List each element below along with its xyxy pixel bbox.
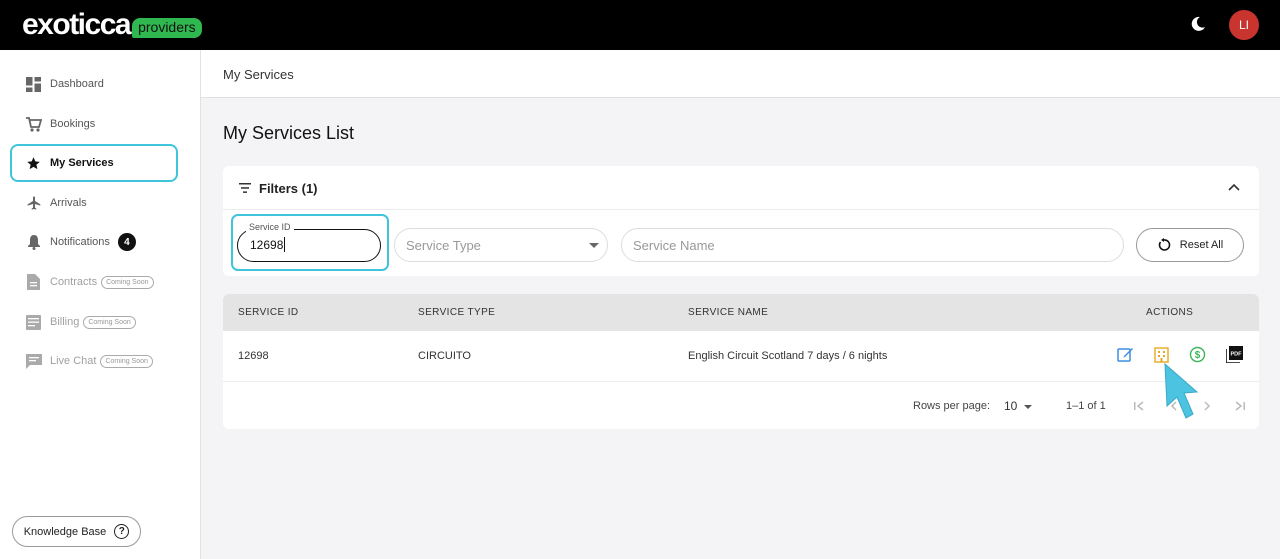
first-page-icon[interactable] <box>1132 399 1146 413</box>
cell-service-name: English Circuit Scotland 7 days / 6 nigh… <box>688 350 888 362</box>
filters-panel: Filters (1) Service ID 12698 Service Typ… <box>223 166 1259 276</box>
service-id-value[interactable]: 12698 <box>250 238 283 252</box>
service-type-placeholder: Service Type <box>406 238 481 253</box>
sidebar-item-label: Notifications <box>50 236 110 248</box>
pointer-cursor-icon <box>1164 362 1199 419</box>
pagination-range: 1–1 of 1 <box>1066 400 1106 412</box>
hotel-icon[interactable] <box>1153 346 1170 363</box>
filters-header[interactable]: Filters (1) <box>223 166 1259 210</box>
sidebar: Dashboard Bookings My Services Arrivals … <box>0 50 201 559</box>
coming-soon-tag: Coming Soon <box>83 315 136 329</box>
dropdown-arrow-icon <box>1024 405 1032 409</box>
sidebar-item-live-chat: Live Chat Coming Soon <box>10 342 178 380</box>
sidebar-item-bookings[interactable]: Bookings <box>10 105 178 143</box>
services-table: SERVICE ID SERVICE TYPE SERVICE NAME ACT… <box>223 294 1259 429</box>
exoticca-logo[interactable]: exoticca providers <box>22 8 202 42</box>
reset-all-button[interactable]: Reset All <box>1136 228 1244 262</box>
knowledge-base-label: Knowledge Base <box>23 525 107 538</box>
svg-text:$: $ <box>1195 350 1201 361</box>
svg-text:PDF: PDF <box>1231 352 1243 358</box>
page-title: My Services List <box>223 123 355 143</box>
notification-count-badge: 4 <box>117 233 136 251</box>
last-page-icon[interactable] <box>1233 399 1247 413</box>
breadcrumb: My Services <box>223 67 294 82</box>
knowledge-base-button[interactable]: Knowledge Base ? <box>12 516 141 547</box>
next-page-icon[interactable] <box>1200 399 1214 413</box>
chat-icon <box>25 353 42 370</box>
rows-per-page-select[interactable]: 10 <box>1004 399 1017 413</box>
table-pagination: Rows per page: 10 1–1 of 1 <box>223 382 1259 429</box>
pdf-icon[interactable]: PDF <box>1226 346 1243 363</box>
filters-title: Filters (1) <box>259 181 318 196</box>
sidebar-item-label: Billing <box>50 316 80 328</box>
sidebar-item-label: Bookings <box>50 118 96 130</box>
sidebar-item-label: My Services <box>50 157 114 169</box>
service-name-input[interactable] <box>633 236 1113 254</box>
sidebar-item-notifications[interactable]: Notifications 4 <box>10 223 178 261</box>
sidebar-item-arrivals[interactable]: Arrivals <box>10 184 178 222</box>
card-icon <box>25 314 42 331</box>
moon-icon[interactable] <box>1189 15 1207 33</box>
rows-per-page-label: Rows per page: <box>913 400 991 412</box>
service-id-label: Service ID <box>246 222 294 232</box>
logo-wordmark: exoticca <box>22 8 132 41</box>
top-bar: exoticca providers LI <box>0 0 1280 50</box>
sidebar-item-my-services[interactable]: My Services <box>10 144 178 182</box>
cell-service-id: 12698 <box>238 350 269 362</box>
reset-all-label: Reset All <box>1179 239 1224 251</box>
document-icon <box>25 274 42 291</box>
help-icon: ? <box>114 524 130 539</box>
column-header-service-id[interactable]: SERVICE ID <box>238 307 299 318</box>
text-caret <box>284 237 285 252</box>
sidebar-item-dashboard[interactable]: Dashboard <box>10 65 178 103</box>
filter-icon <box>239 183 251 193</box>
sidebar-item-label: Live Chat <box>50 355 97 367</box>
sidebar-item-label: Dashboard <box>50 78 104 90</box>
logo-providers-badge: providers <box>132 18 202 38</box>
column-header-actions: ACTIONS <box>1146 307 1194 318</box>
sidebar-item-contracts: Contracts Coming Soon <box>10 263 178 301</box>
reset-icon <box>1158 238 1171 251</box>
dashboard-icon <box>25 76 42 93</box>
cart-icon <box>25 116 42 133</box>
column-header-service-name[interactable]: SERVICE NAME <box>688 307 768 318</box>
column-header-service-type[interactable]: SERVICE TYPE <box>418 307 495 318</box>
table-row[interactable]: 12698 CIRCUITO English Circuit Scotland … <box>223 331 1259 382</box>
avatar[interactable]: LI <box>1229 10 1259 40</box>
breadcrumb-bar: My Services <box>201 50 1280 98</box>
table-header: SERVICE ID SERVICE TYPE SERVICE NAME ACT… <box>223 294 1259 331</box>
price-icon[interactable]: $ <box>1189 346 1206 363</box>
chevron-up-icon[interactable] <box>1228 182 1240 192</box>
dropdown-arrow-icon <box>589 243 599 248</box>
sidebar-item-label: Contracts <box>50 276 98 288</box>
cell-service-type: CIRCUITO <box>418 350 471 362</box>
star-icon <box>25 155 42 172</box>
edit-icon[interactable] <box>1117 346 1134 363</box>
airplane-icon <box>25 195 42 212</box>
sidebar-item-billing: Billing Coming Soon <box>10 303 178 341</box>
bell-icon <box>25 234 42 251</box>
coming-soon-tag: Coming Soon <box>100 354 153 368</box>
sidebar-item-label: Arrivals <box>50 197 87 209</box>
coming-soon-tag: Coming Soon <box>101 275 154 289</box>
